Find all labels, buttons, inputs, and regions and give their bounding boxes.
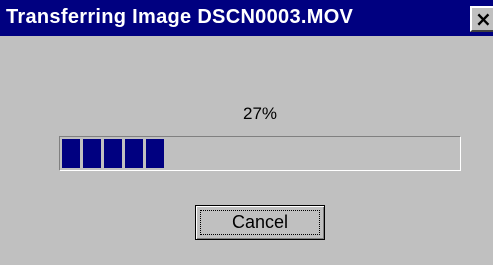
cancel-button[interactable]: Cancel <box>195 205 325 240</box>
title-bar[interactable]: Transferring Image DSCN0003.MOV × <box>0 0 493 36</box>
progress-bar <box>59 136 461 171</box>
close-icon[interactable]: × <box>475 8 492 30</box>
progress-block <box>62 139 80 168</box>
progress-block <box>146 139 164 168</box>
progress-block <box>125 139 143 168</box>
progress-block <box>83 139 101 168</box>
progress-percent-label: 27% <box>242 104 278 123</box>
window-title: Transferring Image DSCN0003.MOV <box>6 6 354 28</box>
cancel-button-label: Cancel <box>231 212 289 232</box>
progress-block <box>104 139 122 168</box>
transfer-dialog: Transferring Image DSCN0003.MOV × 27% Ca… <box>0 0 493 265</box>
progress-fill <box>62 139 164 168</box>
close-button[interactable]: × <box>470 6 493 32</box>
